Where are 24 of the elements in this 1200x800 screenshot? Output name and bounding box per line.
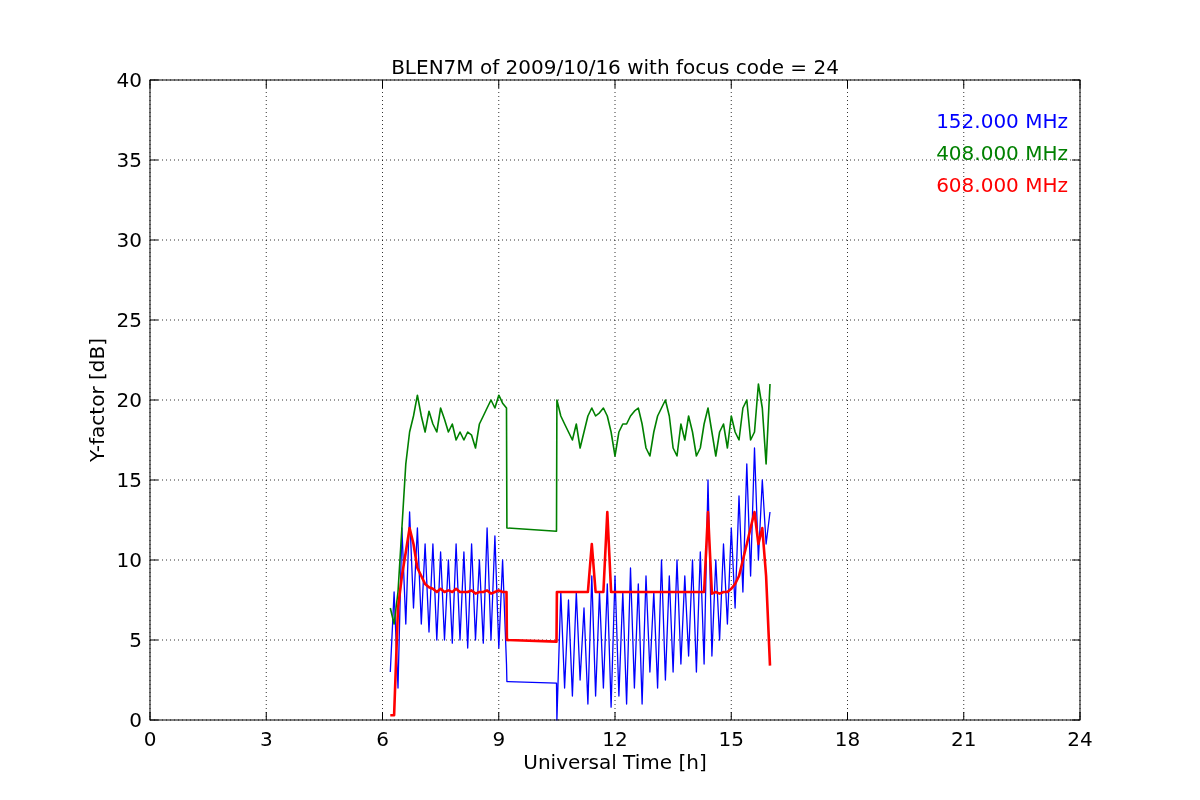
tick-label: 12 — [602, 727, 628, 751]
tick-label: 9 — [492, 727, 506, 751]
tick-label: 20 — [116, 388, 142, 412]
tick-label: 30 — [116, 228, 142, 252]
tick-label: 40 — [116, 68, 142, 92]
tick-label: 0 — [143, 727, 157, 751]
legend-label: 152.000 MHz — [936, 109, 1068, 133]
tick-label: 5 — [129, 628, 142, 652]
tick-label: 21 — [951, 727, 977, 751]
tick-label: 24 — [1067, 727, 1093, 751]
legend-label: 408.000 MHz — [936, 141, 1068, 165]
y-axis-label: Y-factor [dB] — [85, 338, 109, 462]
tick-label: 25 — [116, 308, 142, 332]
tick-label: 18 — [834, 727, 861, 751]
tick-label: 15 — [116, 468, 142, 492]
tick-label: 0 — [129, 708, 142, 732]
legend-label: 608.000 MHz — [936, 173, 1068, 197]
tick-label: 3 — [259, 727, 273, 751]
tick-label: 35 — [116, 148, 142, 172]
tick-label: 6 — [376, 727, 389, 751]
chart-title: BLEN7M of 2009/10/16 with focus code = 24 — [391, 55, 839, 79]
x-axis-label: Universal Time [h] — [523, 750, 707, 774]
tick-label: 10 — [116, 548, 142, 572]
tick-label: 15 — [718, 727, 744, 751]
